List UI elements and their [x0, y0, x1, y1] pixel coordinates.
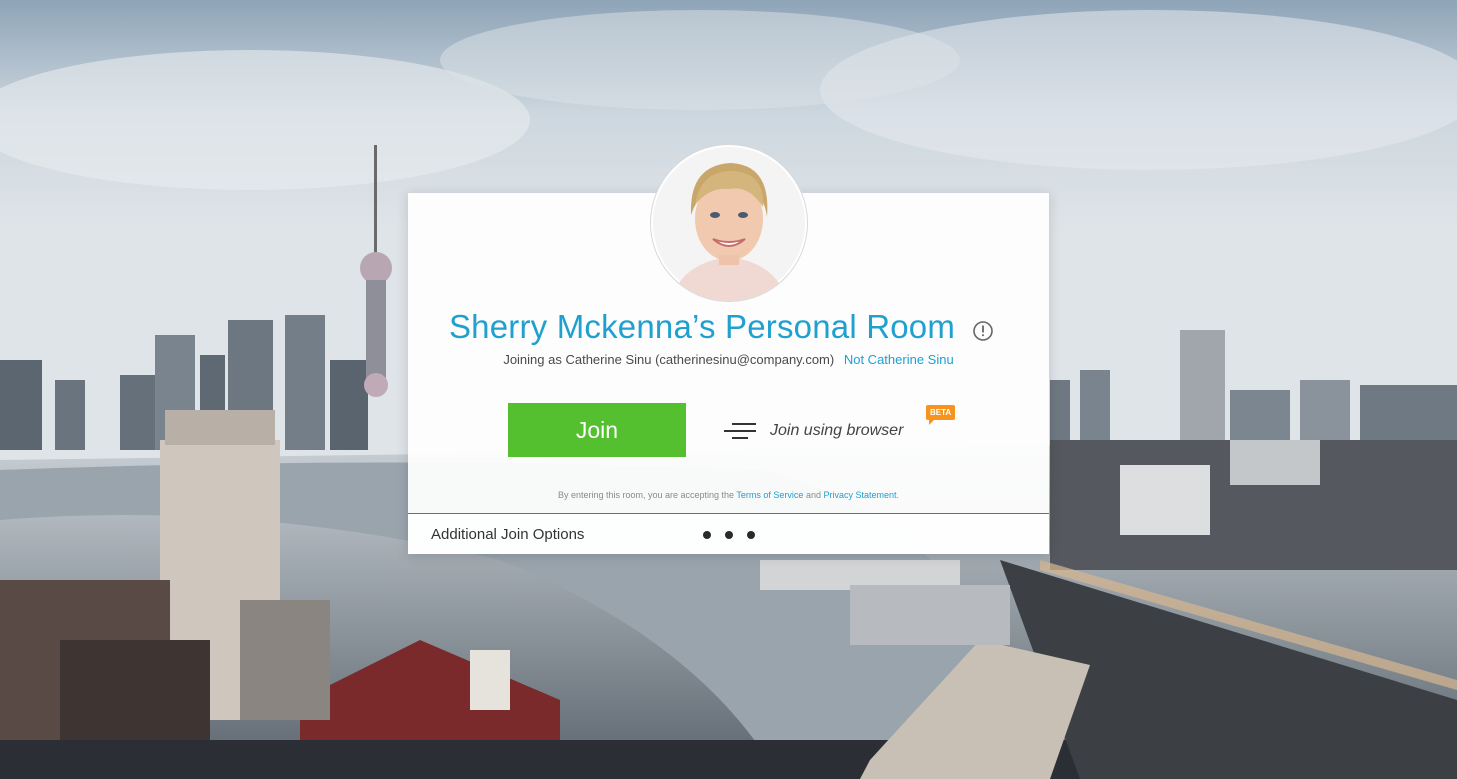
join-page: Sherry Mckenna’s Personal Room Joining a… — [0, 0, 1457, 779]
info-icon[interactable] — [972, 320, 994, 342]
terms-conjunction: and — [805, 490, 821, 500]
privacy-statement-link[interactable]: Privacy Statement — [824, 490, 897, 500]
terms-prefix: By entering this room, you are accepting… — [557, 490, 735, 500]
joining-as-text: Joining as Catherine Sinu (catherinesinu… — [503, 352, 835, 367]
join-using-browser-label: Join using browser — [770, 422, 904, 439]
browser-lines-icon — [724, 423, 756, 439]
terms-line: By entering this room, you are accepting… — [408, 490, 1049, 500]
dot — [703, 531, 711, 539]
beta-badge: BETA — [926, 405, 956, 425]
terms-suffix: . — [896, 490, 900, 500]
room-title: Sherry Mckenna’s Personal Room — [448, 308, 956, 345]
additional-join-options-bar[interactable]: Additional Join Options — [408, 514, 1049, 554]
join-button[interactable]: Join — [508, 403, 686, 457]
dot — [747, 531, 755, 539]
more-dots-icon[interactable] — [703, 531, 755, 539]
host-avatar — [651, 145, 807, 301]
join-using-browser-button[interactable]: Join using browser — [724, 416, 903, 446]
additional-join-options-label: Additional Join Options — [431, 526, 585, 543]
dot — [725, 531, 733, 539]
not-user-link[interactable]: Not Catherine Sinu — [844, 352, 954, 367]
host-avatar-image — [653, 147, 805, 301]
joining-as-line: Joining as Catherine Sinu (catherinesinu… — [408, 352, 1049, 367]
terms-of-service-link[interactable]: Terms of Service — [736, 490, 803, 500]
